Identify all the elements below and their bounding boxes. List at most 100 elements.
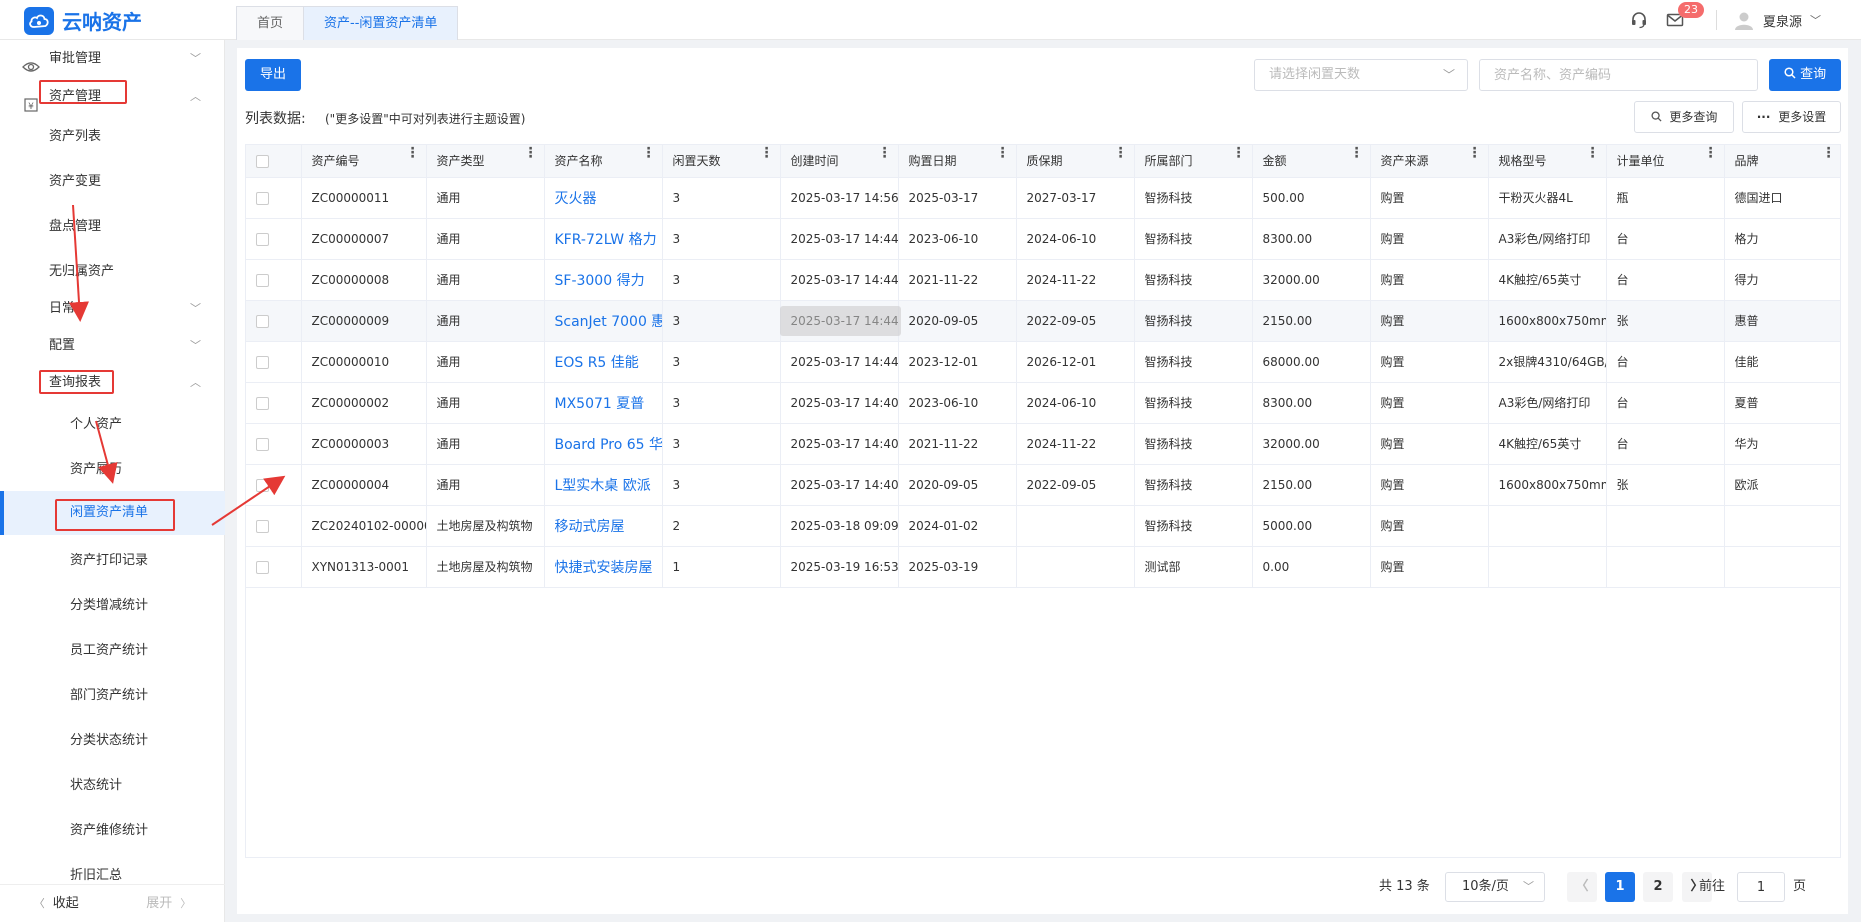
column-menu-icon[interactable]: ⋮ xyxy=(406,145,420,161)
asset-name-link[interactable]: EOS R5 佳能 xyxy=(544,341,663,383)
more-settings-button[interactable]: ··· 更多设置 xyxy=(1742,101,1841,133)
asset-name-link[interactable]: L型实木桌 欧派 xyxy=(544,464,663,506)
expand-button[interactable]: 展开〉 xyxy=(113,885,226,922)
table-row[interactable]: ZC20240102-00000 土地房屋及构筑物 移动式房屋 2 2025-03-18… xyxy=(246,505,1840,547)
sidebar-item-inventory[interactable]: 盘点管理 xyxy=(0,208,225,246)
table-row[interactable]: ZC00000002通用MX5071 夏普32025-03-17 14:40:3… xyxy=(246,382,1840,424)
column-menu-icon[interactable]: ⋮ xyxy=(642,145,656,161)
prev-page-button[interactable]: 〈 xyxy=(1567,872,1597,902)
query-button[interactable]: 查询 xyxy=(1769,59,1841,91)
sidebar-item-category-status-stats[interactable]: 分类状态统计 xyxy=(0,722,225,760)
page-button-2[interactable]: 2 xyxy=(1643,872,1673,902)
sidebar-item-label: 配置 xyxy=(49,338,76,353)
column-menu-icon[interactable]: ⋮ xyxy=(878,145,892,161)
row-checkbox[interactable] xyxy=(256,191,269,205)
sidebar-item-employee-stats[interactable]: 员工资产统计 xyxy=(0,632,225,670)
sidebar-item-repair-stats[interactable]: 资产维修统计 xyxy=(0,812,225,850)
column-menu-icon[interactable]: ⋮ xyxy=(1586,145,1600,161)
column-header[interactable]: 资产来源 ⋮ xyxy=(1370,145,1489,178)
sidebar-item-personal-assets[interactable]: 个人资产 xyxy=(0,406,225,444)
search-input[interactable] xyxy=(1479,59,1758,91)
table-row[interactable]: XYN01313-0001 土地房屋及构筑物 快捷式安装房屋 1 2025-03-19 … xyxy=(246,546,1840,588)
column-header[interactable]: 质保期 ⋮ xyxy=(1016,145,1135,178)
table-cell: 2024-06-10 xyxy=(1016,218,1135,260)
asset-name-link[interactable]: KFR-72LW 格力 xyxy=(544,218,663,260)
table-cell: 购置 xyxy=(1370,464,1489,506)
table-row[interactable]: ZC00000003 通用 Board Pro 65 华 3 2025-03-17 14… xyxy=(246,423,1840,465)
asset-name-link[interactable]: ScanJet 7000 惠 xyxy=(544,300,663,342)
table-row[interactable]: ZC00000009通用ScanJet 7000 惠32025-03-17 14… xyxy=(246,300,1840,342)
chevron-down-icon[interactable]: ﹀ xyxy=(1810,12,1821,28)
row-checkbox[interactable] xyxy=(256,314,269,328)
column-header[interactable]: 资产名称 ⋮ xyxy=(544,145,663,178)
row-checkbox[interactable] xyxy=(256,355,269,369)
row-checkbox[interactable] xyxy=(256,560,269,574)
asset-name-link[interactable]: Board Pro 65 华 xyxy=(544,423,663,465)
row-checkbox[interactable] xyxy=(256,478,269,492)
column-header[interactable]: 计量单位 ⋮ xyxy=(1606,145,1725,178)
table-row[interactable]: ZC00000004通用L型实木桌 欧派32025-03-17 14:40:32… xyxy=(246,464,1840,506)
column-menu-icon[interactable]: ⋮ xyxy=(1468,145,1482,161)
column-menu-icon[interactable]: ⋮ xyxy=(760,145,774,161)
sidebar-item-department-stats[interactable]: 部门资产统计 xyxy=(0,677,225,715)
goto-page-input[interactable] xyxy=(1737,872,1785,902)
sidebar-item-category-change-stats[interactable]: 分类增减统计 xyxy=(0,587,225,625)
sidebar-item-asset-change[interactable]: 资产变更 xyxy=(0,163,225,201)
asset-name-link[interactable]: MX5071 夏普 xyxy=(544,382,663,424)
page-size-select[interactable]: 10条/页 ﹀ xyxy=(1445,872,1545,902)
row-checkbox[interactable] xyxy=(256,273,269,287)
sidebar-item-approval[interactable]: 审批管理 ﹀ xyxy=(0,40,225,78)
row-checkbox[interactable] xyxy=(256,437,269,451)
row-checkbox[interactable] xyxy=(256,519,269,533)
tab-home[interactable]: 首页 xyxy=(236,6,305,40)
sidebar-item-print-records[interactable]: 资产打印记录 xyxy=(0,542,225,580)
headset-icon[interactable] xyxy=(1630,11,1648,29)
asset-name-link[interactable]: 快捷式安装房屋 xyxy=(544,546,663,588)
chevron-down-icon: ﹀ xyxy=(190,302,201,315)
column-header[interactable]: 购置日期 ⋮ xyxy=(898,145,1017,178)
asset-name-link[interactable]: SF-3000 得力 xyxy=(544,259,663,301)
asset-name-link[interactable]: 移动式房屋 xyxy=(544,505,663,547)
column-header[interactable]: 资产编号 ⋮ xyxy=(301,145,427,178)
top-header: 云呐资产 首页 资产--闲置资产清单 23 夏泉源 ﹀ xyxy=(0,0,1861,40)
more-query-button[interactable]: 更多查询 xyxy=(1634,101,1734,133)
sidebar-item-config[interactable]: 配置 ﹀ xyxy=(0,327,225,365)
column-menu-icon[interactable]: ⋮ xyxy=(1232,145,1246,161)
table-row[interactable]: ZC00000010通用EOS R5 佳能32025-03-17 14:44:3… xyxy=(246,341,1840,383)
column-menu-icon[interactable]: ⋮ xyxy=(1822,145,1836,161)
column-menu-icon[interactable]: ⋮ xyxy=(1704,145,1718,161)
table-row[interactable]: ZC00000007 通用 KFR-72LW 格力 3 2025-03-17 14:44… xyxy=(246,218,1840,260)
sidebar-item-status-stats[interactable]: 状态统计 xyxy=(0,767,225,805)
tab-idle-assets[interactable]: 资产--闲置资产清单 xyxy=(303,6,459,40)
user-avatar-icon[interactable] xyxy=(1733,9,1755,31)
column-header[interactable]: 创建时间 ⋮ xyxy=(780,145,899,178)
column-menu-icon[interactable]: ⋮ xyxy=(1350,145,1364,161)
table-row[interactable]: ZC00000008通用SF-3000 得力32025-03-17 14:44:… xyxy=(246,259,1840,301)
page-button-1[interactable]: 1 xyxy=(1605,872,1635,902)
sidebar-item-asset-history[interactable]: 资产履历 xyxy=(0,451,225,489)
asset-name-link[interactable]: 灭火器 xyxy=(544,177,663,219)
sidebar-item-unowned-assets[interactable]: 无归属资产 xyxy=(0,253,225,291)
column-menu-icon[interactable]: ⋮ xyxy=(996,145,1010,161)
column-menu-icon[interactable]: ⋮ xyxy=(1114,145,1128,161)
column-header[interactable]: 品牌 ⋮ xyxy=(1724,145,1840,178)
idle-days-select[interactable]: 请选择闲置天数 ﹀ xyxy=(1254,59,1468,91)
column-header[interactable]: 所属部门 ⋮ xyxy=(1134,145,1253,178)
table-row[interactable]: ZC00000011通用灭火器32025-03-17 14:56:02025-0… xyxy=(246,177,1840,219)
app-logo[interactable]: 云呐资产 xyxy=(24,6,142,35)
column-header[interactable]: 资产类型 ⋮ xyxy=(426,145,545,178)
sidebar-item-asset-list[interactable]: 资产列表 xyxy=(0,118,225,156)
column-header[interactable]: 闲置天数 ⋮ xyxy=(662,145,781,178)
user-name[interactable]: 夏泉源 xyxy=(1763,11,1802,30)
row-checkbox[interactable] xyxy=(256,396,269,410)
more-query-label: 更多查询 xyxy=(1669,110,1718,124)
export-button[interactable]: 导出 xyxy=(245,59,301,91)
column-header[interactable]: 金额 ⋮ xyxy=(1252,145,1371,178)
sidebar-item-daily[interactable]: 日常 ﹀ xyxy=(0,290,225,328)
row-checkbox[interactable] xyxy=(256,232,269,246)
column-menu-icon[interactable]: ⋮ xyxy=(524,145,538,161)
collapse-button[interactable]: 〈收起 xyxy=(0,885,113,922)
mail-icon[interactable]: 23 xyxy=(1666,2,1704,29)
column-header[interactable]: 规格型号 ⋮ xyxy=(1488,145,1607,178)
select-all-checkbox[interactable] xyxy=(256,154,269,168)
